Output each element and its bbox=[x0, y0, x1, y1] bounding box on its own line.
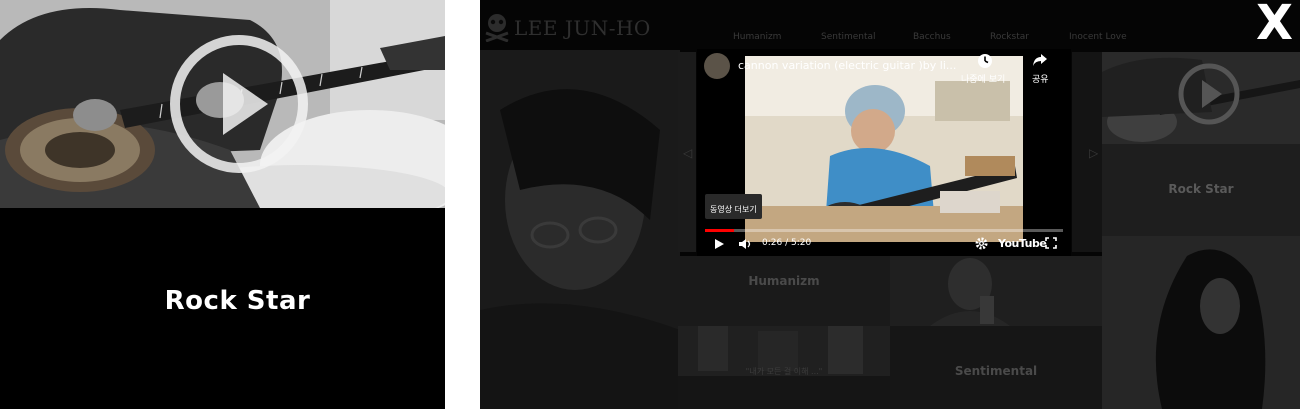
tile-sentimental[interactable]: Sentimental bbox=[890, 326, 1102, 409]
channel-avatar[interactable] bbox=[704, 53, 730, 79]
clock-icon[interactable] bbox=[977, 53, 993, 69]
tile-city-photo[interactable]: "내가 모든 걸 이해 ..." bbox=[678, 326, 890, 409]
next-arrow-icon[interactable]: ▷ bbox=[1089, 146, 1098, 160]
fullscreen-icon[interactable] bbox=[1045, 237, 1057, 249]
nav-sentimental[interactable]: Sentimental bbox=[821, 32, 876, 42]
watch-later-label[interactable]: 나중에 보기 bbox=[961, 72, 1005, 85]
nav-inocent-love[interactable]: Inocent Love bbox=[1069, 32, 1127, 42]
tile-rockstar-thumb[interactable] bbox=[1102, 52, 1300, 144]
woman-photo-art bbox=[890, 256, 1102, 326]
tile-long-hair-photo[interactable] bbox=[1102, 236, 1300, 409]
site-title[interactable]: LEE JUN-HO bbox=[514, 16, 651, 40]
nav-humanizm[interactable]: Humanizm bbox=[733, 32, 781, 42]
youtube-logo[interactable]: YouTube bbox=[998, 237, 1047, 250]
nav-bacchus[interactable]: Bacchus bbox=[913, 32, 951, 42]
progress-fill bbox=[705, 229, 734, 232]
guitarist-photo[interactable] bbox=[0, 0, 445, 208]
video-time: 0:26 / 5:20 bbox=[762, 238, 812, 248]
more-videos-button[interactable]: 동영상 더보기 bbox=[705, 194, 762, 219]
skull-crossbones-icon bbox=[485, 14, 509, 42]
progress-track[interactable] bbox=[705, 229, 1063, 232]
tile-quote: "내가 모든 걸 이해 ..." bbox=[745, 367, 823, 376]
card-caption: Rock Star bbox=[164, 286, 311, 316]
play-circle-icon[interactable] bbox=[168, 33, 310, 175]
close-button[interactable]: X bbox=[1256, 0, 1293, 47]
video-title[interactable]: cannon variation (electric guitar )by li… bbox=[738, 59, 956, 72]
tile-rock-star[interactable]: Rock Star bbox=[1102, 144, 1300, 236]
share-arrow-icon[interactable] bbox=[1032, 53, 1048, 67]
tile-humanizm-label: Humanizm bbox=[748, 274, 820, 288]
portrait-photo bbox=[480, 50, 680, 409]
tile-humanizm[interactable]: Humanizm bbox=[678, 256, 890, 326]
gear-icon[interactable] bbox=[975, 237, 988, 250]
volume-icon[interactable] bbox=[738, 238, 752, 250]
tile-sentimental-label: Sentimental bbox=[954, 364, 1038, 378]
long-hair-photo-art bbox=[1102, 236, 1300, 409]
prev-arrow-icon[interactable]: ◁ bbox=[683, 146, 692, 160]
play-icon[interactable] bbox=[713, 238, 725, 250]
play-circle-icon[interactable] bbox=[1177, 62, 1241, 126]
nav-rockstar[interactable]: Rockstar bbox=[990, 32, 1029, 42]
rock-star-card[interactable] bbox=[0, 0, 445, 409]
tile-rock-star-label: Rock Star bbox=[1168, 182, 1234, 196]
tile-woman-photo[interactable] bbox=[890, 256, 1102, 326]
more-videos-label: 동영상 더보기 bbox=[710, 205, 757, 214]
share-label[interactable]: 공유 bbox=[1032, 72, 1049, 85]
